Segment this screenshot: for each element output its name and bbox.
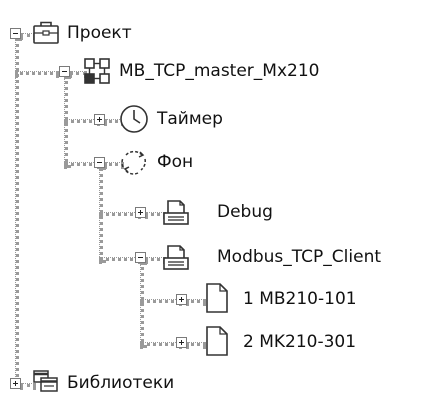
collapse-toggle[interactable]	[59, 66, 70, 77]
tree-node-project[interactable]: Проект	[0, 16, 422, 50]
collapse-toggle[interactable]	[10, 28, 21, 39]
tree-node-dev1[interactable]: 1 MB210-101	[0, 282, 422, 316]
tree-node-label: Modbus_TCP_Client	[217, 247, 382, 267]
tree-node-label: Библиотеки	[67, 373, 175, 393]
tree-node-label: 2 MK210-301	[243, 332, 357, 352]
tree-node-label: Фон	[157, 152, 194, 172]
expand-toggle[interactable]	[176, 337, 187, 348]
document-icon	[204, 325, 230, 362]
collapse-toggle[interactable]	[94, 157, 105, 168]
tree-node-debug[interactable]: Debug	[0, 195, 422, 229]
tree-node-device[interactable]: MB_TCP_master_Mx210	[0, 54, 422, 88]
project-tree: Проект MB_TCP_master_Mx210 Таймер Фон De…	[0, 0, 422, 398]
expand-toggle[interactable]	[135, 207, 146, 218]
clock-icon	[118, 103, 150, 140]
library-windows-icon	[32, 369, 60, 402]
expand-toggle[interactable]	[94, 114, 105, 125]
tree-node-dev2[interactable]: 2 MK210-301	[0, 325, 422, 359]
briefcase-icon	[32, 18, 60, 51]
cycle-arrows-icon	[118, 146, 150, 183]
tree-node-label: MB_TCP_master_Mx210	[119, 61, 320, 81]
expand-toggle[interactable]	[10, 378, 21, 389]
printer-document-icon	[161, 197, 191, 232]
document-icon	[204, 282, 230, 319]
network-nodes-icon	[83, 57, 111, 90]
tree-node-label: 1 MB210-101	[243, 289, 357, 309]
expand-toggle[interactable]	[176, 294, 187, 305]
collapse-toggle[interactable]	[135, 252, 146, 263]
tree-node-label: Проект	[67, 23, 132, 43]
tree-node-libraries[interactable]: Библиотеки	[0, 366, 422, 400]
tree-node-label: Debug	[217, 202, 273, 222]
tree-node-modbus-client[interactable]: Modbus_TCP_Client	[0, 240, 422, 274]
printer-document-icon	[161, 242, 191, 277]
tree-node-timer[interactable]: Таймер	[0, 102, 422, 136]
tree-node-background[interactable]: Фон	[0, 145, 422, 179]
tree-node-label: Таймер	[157, 109, 223, 129]
